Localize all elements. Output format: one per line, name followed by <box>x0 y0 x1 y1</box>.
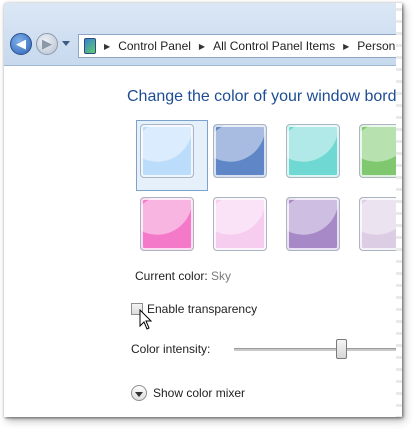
color-swatch-lavender[interactable] <box>359 197 402 251</box>
transparency-label[interactable]: Enable transparency <box>147 302 257 316</box>
color-swatch-fuchsia[interactable] <box>140 197 194 251</box>
back-arrow-icon: ◀ <box>16 36 26 51</box>
expand-chevron-icon[interactable] <box>131 385 147 401</box>
recent-pages-dropdown-icon[interactable] <box>62 41 70 46</box>
breadcrumb-separator-icon[interactable]: ▶ <box>343 42 349 51</box>
back-button[interactable]: ◀ <box>10 33 32 55</box>
control-panel-icon <box>84 38 97 54</box>
mouse-pointer-icon <box>139 309 153 330</box>
window-frame: ◀ ▶ ▶ Control Panel ▶ All Control Panel … <box>4 3 402 417</box>
color-swatch-leaf[interactable] <box>359 124 402 178</box>
color-intensity-slider[interactable] <box>234 348 402 351</box>
color-swatch-twilight[interactable] <box>213 124 267 178</box>
breadcrumb-separator-icon[interactable]: ▶ <box>199 42 205 51</box>
current-color-value: Sky <box>211 269 232 283</box>
color-swatch-sky[interactable] <box>140 124 194 178</box>
page-title: Change the color of your window borde <box>127 88 402 105</box>
color-intensity-label: Color intensity: <box>131 342 211 356</box>
color-swatch-violet[interactable] <box>286 197 340 251</box>
current-color-label: Current color: <box>135 269 208 283</box>
color-swatch-blush[interactable] <box>213 197 267 251</box>
show-color-mixer-toggle[interactable]: Show color mixer <box>131 385 245 401</box>
breadcrumb-control-panel[interactable]: Control Panel <box>118 39 191 53</box>
show-color-mixer-label[interactable]: Show color mixer <box>153 386 245 400</box>
breadcrumb-personalization[interactable]: Persona <box>357 39 402 53</box>
color-swatch-sea[interactable] <box>286 124 340 178</box>
forward-arrow-icon: ▶ <box>42 36 52 51</box>
color-intensity-slider-thumb[interactable] <box>336 339 347 359</box>
breadcrumb-all-items[interactable]: All Control Panel Items <box>213 39 335 53</box>
current-color-row: Current color: Sky <box>135 269 231 283</box>
breadcrumb-separator-icon[interactable]: ▶ <box>104 42 110 51</box>
navigation-toolbar: ◀ ▶ ▶ Control Panel ▶ All Control Panel … <box>4 3 402 66</box>
address-bar[interactable]: ▶ Control Panel ▶ All Control Panel Item… <box>78 34 402 58</box>
forward-button[interactable]: ▶ <box>36 33 58 55</box>
